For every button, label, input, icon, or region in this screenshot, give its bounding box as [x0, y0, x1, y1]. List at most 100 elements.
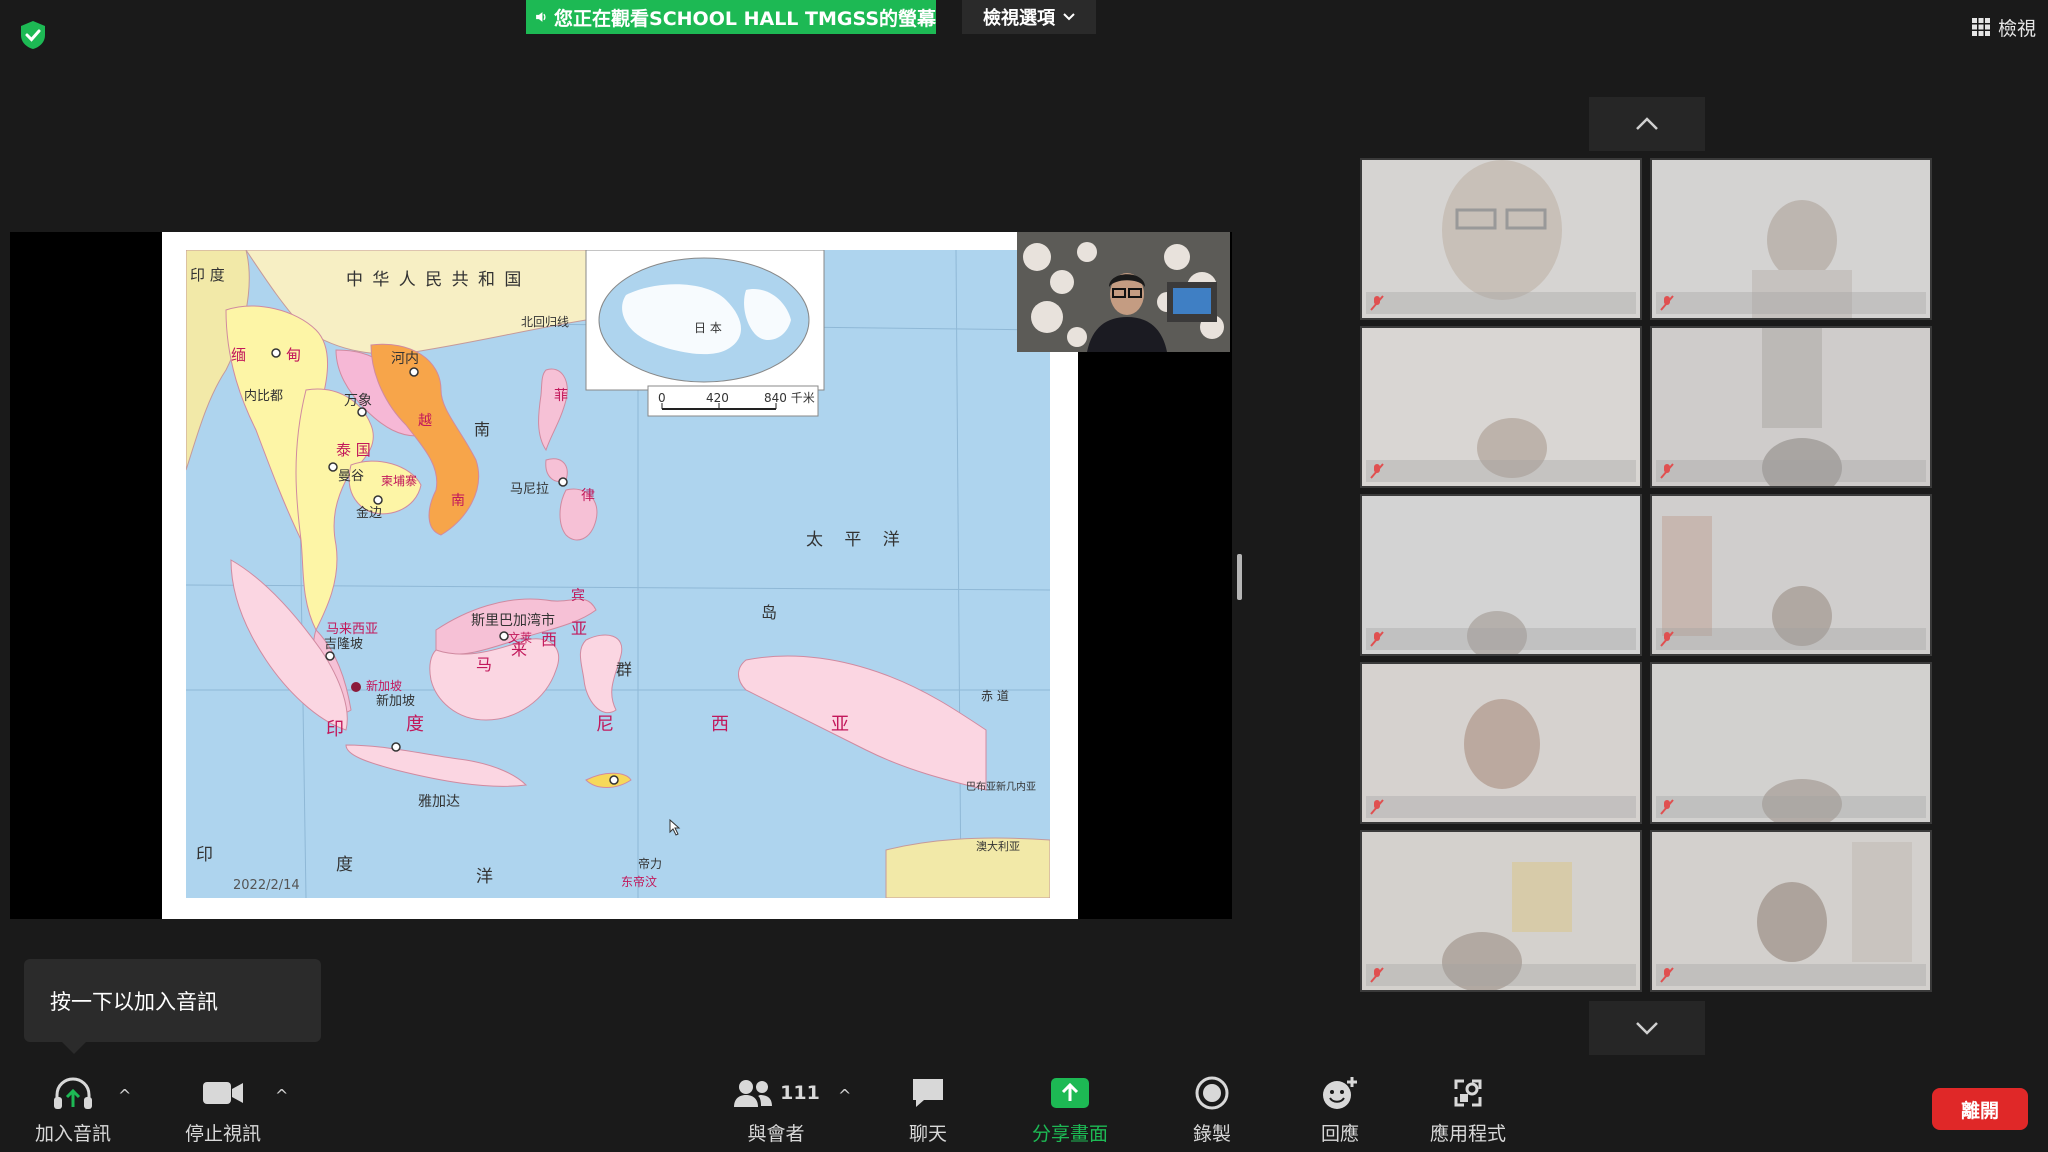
map-label-india: 印 度: [190, 266, 225, 284]
scale-label-0: 0: [658, 391, 666, 405]
map-label-island2: 岛: [761, 603, 777, 622]
participant-tile[interactable]: [1360, 662, 1642, 824]
chevron-down-icon: [1636, 1022, 1658, 1035]
map-label-japan: 日 本: [694, 321, 722, 335]
record-label: 錄製: [1192, 1123, 1231, 1145]
chat-icon: [913, 1079, 943, 1107]
map-label-kuala-lumpur: 吉隆坡: [324, 637, 363, 652]
map-label-philippines-a: 菲: [554, 388, 568, 404]
map-label-tropic: 北回归线: [521, 315, 569, 329]
security-shield-icon[interactable]: [16, 18, 50, 52]
map-label-south-sea: 南: [474, 420, 490, 439]
mic-muted-icon: [1660, 295, 1674, 311]
join-audio-tooltip: 按一下以加入音訊: [24, 959, 321, 1042]
presenter-video[interactable]: [1017, 232, 1230, 352]
audio-options-caret[interactable]: ^: [118, 1086, 131, 1105]
join-audio-button[interactable]: 加入音訊: [28, 1074, 118, 1146]
leave-button[interactable]: 離開: [1932, 1088, 2028, 1130]
stop-video-label: 停止視訊: [184, 1123, 261, 1145]
participant-tile[interactable]: [1650, 830, 1932, 992]
map-label-islands: 群: [616, 660, 632, 679]
southeast-asia-map: 印 度 中 华 人 民 共 和 国 北回归线 日 本 缅 甸 内比都 河内 万象…: [186, 250, 1050, 898]
view-options-label: 檢視選項: [983, 8, 1055, 29]
participant-tile[interactable]: [1360, 326, 1642, 488]
map-label-bangkok: 曼谷: [338, 469, 364, 484]
participant-tile[interactable]: [1650, 158, 1932, 320]
mic-muted-icon: [1370, 463, 1384, 479]
participant-name-bar: [1656, 796, 1926, 818]
reactions-label: 回應: [1320, 1123, 1359, 1145]
map-label-singapore-city: 新加坡: [376, 693, 415, 709]
map-label-philippines-b: 律: [581, 488, 595, 504]
chevron-up-icon: [1636, 117, 1658, 130]
map-label-hanoi: 河内: [391, 351, 419, 367]
map-label-indian-ocean-c: 洋: [476, 867, 493, 887]
participant-tile[interactable]: [1360, 830, 1642, 992]
view-button[interactable]: 檢視: [1971, 12, 2036, 42]
scale-label-840: 840 千米: [764, 391, 815, 405]
map-label-malay-c: 西: [541, 630, 557, 649]
participant-count: 111: [780, 1082, 820, 1104]
apps-label: 應用程式: [1429, 1123, 1506, 1145]
map-label-malay-d: 亚: [571, 619, 587, 638]
map-label-indian-ocean-a: 印: [196, 845, 213, 865]
chevron-down-icon: [1063, 13, 1075, 21]
view-label: 檢視: [1997, 17, 2036, 40]
map-label-thailand: 泰 国: [336, 441, 371, 459]
map-label-indonesia-e: 亚: [831, 714, 849, 735]
mic-muted-icon: [1370, 295, 1384, 311]
map-label-manila: 马尼拉: [510, 482, 549, 497]
map-label-indonesia-c: 尼: [596, 714, 614, 735]
map-label-nan: 南: [451, 493, 465, 509]
participant-name-bar: [1656, 964, 1926, 986]
participants-label: 與會者: [747, 1123, 805, 1145]
participants-icon: [734, 1080, 773, 1107]
join-audio-label: 加入音訊: [34, 1123, 111, 1145]
share-screen-button[interactable]: 分享畫面: [1020, 1074, 1120, 1146]
slide-date: 2022/2/14: [233, 878, 300, 893]
participant-name-bar: [1366, 460, 1636, 482]
scale-label-420: 420: [706, 391, 729, 405]
reactions-button[interactable]: 回應: [1300, 1074, 1380, 1146]
map-label-indonesia-d: 西: [711, 714, 729, 735]
map-label-jakarta: 雅加达: [418, 794, 460, 810]
map-label-dili: 帝力: [638, 856, 662, 871]
map-label-png: 巴布亚新几内亚: [966, 780, 1036, 793]
gallery-prev-button[interactable]: [1589, 97, 1705, 151]
participant-tile[interactable]: [1650, 494, 1932, 656]
stop-video-button[interactable]: 停止視訊: [178, 1074, 268, 1146]
mic-muted-icon: [1660, 463, 1674, 479]
chat-button[interactable]: 聊天: [885, 1074, 971, 1146]
map-label-indian-ocean-b: 度: [336, 855, 353, 875]
participant-tile[interactable]: [1650, 326, 1932, 488]
participant-tile[interactable]: [1650, 662, 1932, 824]
participant-name-bar: [1366, 292, 1636, 314]
map-label-malay-a: 马: [476, 655, 492, 674]
map-label-australia: 澳大利亚: [976, 839, 1020, 853]
headphones-up-icon: [54, 1077, 92, 1109]
map-label-indonesia-a: 印: [326, 719, 344, 740]
tooltip-arrow: [62, 1042, 86, 1054]
mic-muted-icon: [1370, 799, 1384, 815]
map-label-china: 中 华 人 民 共 和 国: [346, 270, 523, 290]
gallery-next-button[interactable]: [1589, 1001, 1705, 1055]
participants-button[interactable]: 111 與會者: [728, 1074, 824, 1146]
mic-muted-icon: [1660, 631, 1674, 647]
map-label-myanmar-a: 缅: [231, 346, 246, 364]
map-label-equator: 赤 道: [981, 689, 1009, 703]
participant-name-bar: [1656, 292, 1926, 314]
apps-icon: [1454, 1079, 1482, 1107]
map-label-philippines-c: 宾: [571, 588, 585, 604]
map-label-vientiane: 万象: [344, 393, 372, 409]
participant-name-bar: [1366, 964, 1636, 986]
map-label-brunei-city: 斯里巴加湾市: [471, 612, 555, 629]
record-button[interactable]: 錄製: [1172, 1074, 1252, 1146]
participants-options-caret[interactable]: ^: [838, 1086, 851, 1105]
map-label-pacific: 太 平 洋: [806, 530, 908, 550]
apps-button[interactable]: 應用程式: [1420, 1074, 1516, 1146]
video-options-caret[interactable]: ^: [275, 1086, 288, 1105]
split-view-handle[interactable]: [1237, 554, 1242, 600]
participant-tile[interactable]: [1360, 158, 1642, 320]
participant-tile[interactable]: [1360, 494, 1642, 656]
view-options-button[interactable]: 檢視選項: [962, 0, 1096, 34]
